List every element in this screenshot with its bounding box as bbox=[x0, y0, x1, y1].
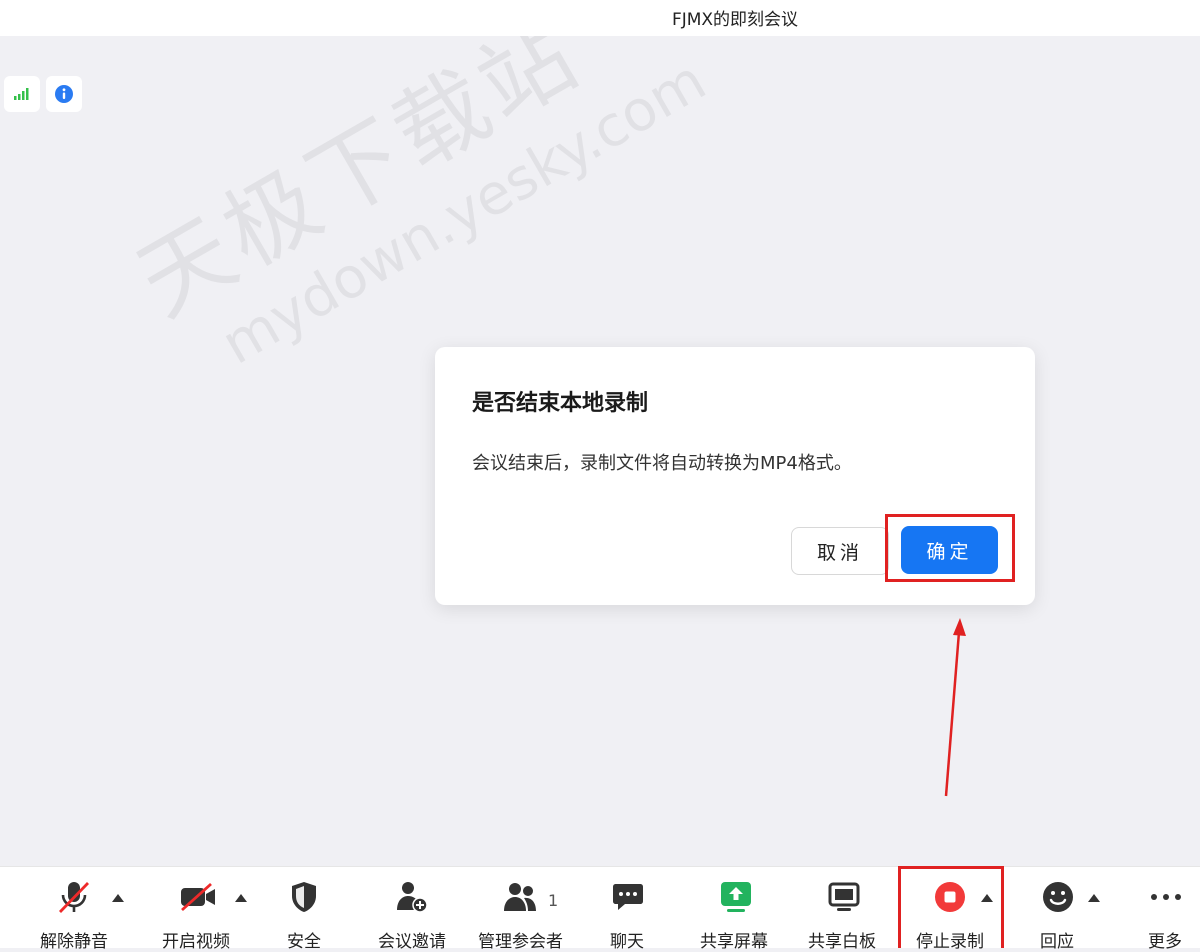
meeting-toolbar: 解除静音 开启视频 安全 会议邀请 1 管理参会者 聊天 共享屏幕 共享白板 停… bbox=[0, 866, 1200, 952]
share-screen-icon bbox=[721, 882, 751, 912]
whiteboard-button[interactable]: 共享白板 bbox=[802, 867, 886, 952]
unmute-button[interactable]: 解除静音 bbox=[30, 867, 118, 952]
chat-icon bbox=[613, 884, 643, 910]
confirm-button[interactable]: 确定 bbox=[901, 526, 998, 574]
camera-off-icon bbox=[181, 882, 215, 912]
whiteboard-label: 共享白板 bbox=[808, 932, 876, 952]
security-button[interactable]: 安全 bbox=[270, 867, 338, 952]
invite-label: 会议邀请 bbox=[378, 932, 446, 952]
reactions-options-caret[interactable] bbox=[1088, 894, 1100, 902]
participants-button[interactable]: 1 管理参会者 bbox=[474, 867, 570, 952]
participants-count: 1 bbox=[548, 891, 559, 910]
stop-recording-label: 停止录制 bbox=[916, 932, 984, 952]
participants-label: 管理参会者 bbox=[478, 932, 563, 952]
recording-options-caret[interactable] bbox=[981, 894, 993, 902]
signal-strength-icon bbox=[14, 88, 29, 100]
unmute-label: 解除静音 bbox=[40, 932, 108, 952]
share-screen-button[interactable]: 共享屏幕 bbox=[694, 867, 778, 952]
reactions-button[interactable]: 回应 bbox=[1024, 867, 1092, 952]
stop-recording-button[interactable]: 停止录制 bbox=[912, 867, 990, 952]
chat-button[interactable]: 聊天 bbox=[594, 867, 662, 952]
watermark-line2: mydown.yesky.com bbox=[211, 48, 717, 378]
shield-icon bbox=[292, 882, 316, 912]
reactions-label: 回应 bbox=[1040, 932, 1074, 952]
stop-recording-dialog: 是否结束本地录制 会议结束后，录制文件将自动转换为MP4格式。 取消 确定 bbox=[435, 347, 1035, 605]
dialog-message: 会议结束后，录制文件将自动转换为MP4格式。 bbox=[472, 453, 852, 474]
window-title: FJMX的即刻会议 bbox=[671, 10, 799, 30]
whiteboard-icon bbox=[828, 882, 860, 911]
participants-icon bbox=[504, 883, 536, 911]
more-dots-icon bbox=[1151, 894, 1181, 900]
title-bar: FJMX的即刻会议 bbox=[0, 0, 1200, 36]
add-person-icon bbox=[397, 882, 428, 913]
stop-record-icon bbox=[935, 882, 965, 912]
chat-label: 聊天 bbox=[610, 932, 644, 952]
video-options-caret[interactable] bbox=[235, 894, 247, 902]
watermark-line1: 天极下载站 bbox=[120, 36, 599, 337]
signal-strength-button[interactable] bbox=[4, 76, 40, 112]
start-video-label: 开启视频 bbox=[162, 932, 230, 952]
audio-options-caret[interactable] bbox=[112, 894, 124, 902]
security-label: 安全 bbox=[287, 932, 321, 952]
start-video-button[interactable]: 开启视频 bbox=[152, 867, 240, 952]
microphone-muted-icon bbox=[58, 882, 90, 913]
info-icon bbox=[55, 85, 73, 103]
more-label: 更多 bbox=[1148, 932, 1182, 952]
smiley-icon bbox=[1043, 882, 1073, 912]
invite-button[interactable]: 会议邀请 bbox=[370, 867, 454, 952]
more-button[interactable]: 更多 bbox=[1132, 867, 1200, 952]
watermark: 天极下载站 mydown.yesky.com bbox=[110, 36, 717, 397]
meeting-info-button[interactable] bbox=[46, 76, 82, 112]
share-screen-label: 共享屏幕 bbox=[700, 932, 768, 952]
dialog-title: 是否结束本地录制 bbox=[472, 391, 649, 416]
cancel-button[interactable]: 取消 bbox=[791, 527, 889, 575]
